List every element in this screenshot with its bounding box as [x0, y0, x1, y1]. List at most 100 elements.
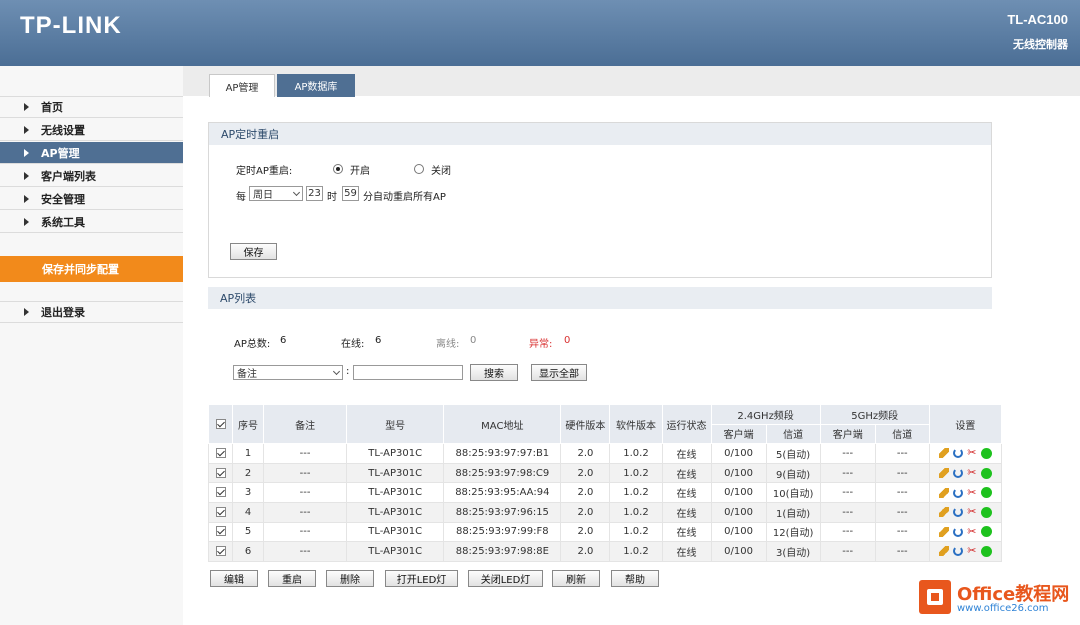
- save-sync-button[interactable]: 保存并同步配置: [0, 256, 183, 282]
- row-select-cell[interactable]: [207, 501, 234, 523]
- delete-icon[interactable]: ✂: [967, 487, 977, 498]
- led-status-icon[interactable]: [980, 545, 992, 557]
- row-select-cell[interactable]: [207, 443, 234, 464]
- reboot-icon[interactable]: [952, 448, 963, 459]
- reboot-icon[interactable]: [952, 546, 963, 557]
- delete-button[interactable]: 删除: [326, 570, 374, 587]
- cell-clients-5: ---: [819, 443, 876, 464]
- cell-hw-version: 2.0: [560, 541, 611, 562]
- cell-mac: 88:25:93:97:96:15: [443, 501, 562, 523]
- table-row[interactable]: 5 --- TL-AP301C 88:25:93:97:99:F8 2.0 1.0.2 在线…: [207, 521, 1003, 543]
- row-checkbox[interactable]: [215, 545, 226, 556]
- reboot-on-radio[interactable]: [333, 164, 343, 174]
- help-button[interactable]: 帮助: [611, 570, 659, 587]
- hour-input[interactable]: 23: [306, 186, 323, 201]
- chevron-right-icon: [24, 171, 29, 180]
- reboot-label: 定时AP重启:: [236, 166, 293, 177]
- row-checkbox[interactable]: [215, 526, 226, 537]
- day-select[interactable]: 周日: [249, 186, 303, 201]
- tab-ap-management[interactable]: AP管理: [209, 74, 275, 97]
- delete-icon[interactable]: ✂: [967, 545, 977, 556]
- sidebar-item-home[interactable]: 首页: [0, 96, 183, 118]
- led-status-icon[interactable]: [980, 447, 992, 459]
- tab-ap-database[interactable]: AP数据库: [277, 74, 355, 97]
- select-all-checkbox[interactable]: [215, 418, 226, 429]
- ap-table: 序号 备注 型号 MAC地址 硬件版本 软件版本 运行状态 2.4GHz频段 5…: [207, 403, 1003, 562]
- search-button[interactable]: 搜索: [470, 364, 518, 381]
- edit-pencil-icon[interactable]: [938, 546, 949, 557]
- save-button[interactable]: 保存: [230, 243, 277, 260]
- edit-pencil-icon[interactable]: [938, 507, 949, 518]
- edit-pencil-icon[interactable]: [938, 448, 949, 459]
- cell-channel-24: 5(自动): [765, 443, 821, 464]
- led-status-icon[interactable]: [980, 506, 992, 518]
- row-select-cell[interactable]: [207, 521, 234, 543]
- cell-note: ---: [263, 462, 348, 484]
- col-clients-24: 客户端: [710, 423, 767, 445]
- reboot-panel-title: AP定时重启: [209, 123, 991, 145]
- row-select-cell[interactable]: [207, 541, 234, 562]
- chevron-down-icon: [292, 188, 301, 197]
- row-checkbox[interactable]: [215, 467, 226, 478]
- led-status-icon[interactable]: [980, 526, 992, 538]
- row-checkbox[interactable]: [215, 506, 226, 517]
- table-row[interactable]: 1 --- TL-AP301C 88:25:93:97:97:B1 2.0 1.0.2 在线…: [207, 443, 1003, 464]
- refresh-button[interactable]: 刷新: [552, 570, 600, 587]
- col-band-5: 5GHz频段: [819, 404, 930, 425]
- delete-icon[interactable]: ✂: [967, 506, 977, 517]
- reboot-icon[interactable]: [952, 487, 963, 498]
- row-select-cell[interactable]: [207, 462, 234, 484]
- row-select-cell[interactable]: [207, 482, 234, 503]
- sidebar-item-logout[interactable]: 退出登录: [0, 301, 183, 323]
- filter-select-value: 备注: [237, 369, 257, 380]
- select-all-cell[interactable]: [207, 403, 234, 445]
- reboot-button[interactable]: 重启: [268, 570, 316, 587]
- cell-channel-5: ---: [874, 462, 930, 484]
- reboot-icon[interactable]: [952, 526, 963, 537]
- filter-select[interactable]: 备注: [233, 365, 343, 380]
- reboot-icon[interactable]: [952, 468, 963, 479]
- edit-pencil-icon[interactable]: [938, 526, 949, 537]
- edit-pencil-icon[interactable]: [938, 487, 949, 498]
- delete-icon[interactable]: ✂: [967, 467, 977, 478]
- cell-hw-version: 2.0: [560, 462, 611, 484]
- led-on-button[interactable]: 打开LED灯: [385, 570, 458, 587]
- sidebar-item-security[interactable]: 安全管理: [0, 188, 183, 210]
- reboot-icon[interactable]: [952, 507, 963, 518]
- led-status-icon[interactable]: [980, 487, 992, 499]
- chevron-right-icon: [24, 103, 29, 111]
- cell-clients-5: ---: [819, 482, 876, 503]
- row-settings-cell: ✂: [928, 541, 1003, 562]
- cell-hw-version: 2.0: [560, 501, 611, 523]
- brand-logo: TP-LINK: [20, 12, 122, 39]
- led-status-icon[interactable]: [980, 467, 992, 479]
- edit-button[interactable]: 编辑: [210, 570, 258, 587]
- table-row[interactable]: 3 --- TL-AP301C 88:25:93:95:AA:94 2.0 1.0.2 在线…: [207, 482, 1003, 503]
- table-row[interactable]: 2 --- TL-AP301C 88:25:93:97:98:C9 2.0 1.0.2 在线…: [207, 462, 1003, 484]
- cell-model: TL-AP301C: [346, 521, 445, 543]
- led-off-button[interactable]: 关闭LED灯: [468, 570, 543, 587]
- row-checkbox[interactable]: [215, 447, 226, 458]
- sidebar-item-ap-management[interactable]: AP管理: [0, 142, 183, 164]
- cell-model: TL-AP301C: [346, 541, 445, 562]
- delete-icon[interactable]: ✂: [967, 526, 977, 537]
- reboot-off-radio[interactable]: [414, 164, 424, 174]
- col-note: 备注: [263, 403, 348, 445]
- col-sw-version: 软件版本: [609, 403, 663, 445]
- edit-pencil-icon[interactable]: [938, 468, 949, 479]
- table-row[interactable]: 4 --- TL-AP301C 88:25:93:97:96:15 2.0 1.0.2 在线…: [207, 501, 1003, 523]
- sidebar-item-wireless[interactable]: 无线设置: [0, 119, 183, 141]
- col-band-24: 2.4GHz频段: [710, 404, 821, 425]
- show-all-button[interactable]: 显示全部: [531, 364, 587, 381]
- cell-note: ---: [263, 541, 348, 562]
- sidebar-item-system-tools[interactable]: 系统工具: [0, 211, 183, 233]
- minute-input[interactable]: 59: [342, 186, 359, 201]
- search-input[interactable]: [353, 365, 463, 380]
- cell-index: 3: [232, 482, 265, 503]
- chevron-down-icon: [332, 367, 341, 376]
- table-row[interactable]: 6 --- TL-AP301C 88:25:93:97:98:8E 2.0 1.0.2 在线…: [207, 541, 1003, 562]
- delete-icon[interactable]: ✂: [967, 447, 977, 458]
- row-checkbox[interactable]: [215, 487, 226, 498]
- ap-table-body: 1 --- TL-AP301C 88:25:93:97:97:B1 2.0 1.0.2 在线…: [207, 443, 1003, 562]
- sidebar-item-clients[interactable]: 客户端列表: [0, 165, 183, 187]
